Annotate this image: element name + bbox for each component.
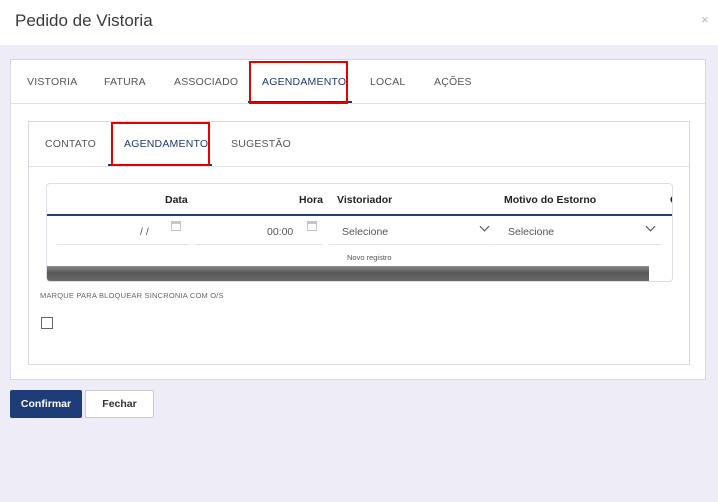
new-record-link[interactable]: Novo registro [347,253,392,262]
clock-icon[interactable] [307,221,317,231]
sub-panel: CONTATO AGENDAMENTO SUGESTÃO Data Hora V… [28,121,690,365]
date-input[interactable]: / / [140,226,149,238]
block-sync-label: MARQUE PARA BLOQUEAR SINCRONIA COM O/S [40,291,224,300]
main-panel: VISTORIA FATURA ASSOCIADO AGENDAMENTO LO… [10,59,706,380]
chevron-down-icon[interactable] [645,221,656,232]
calendar-icon[interactable] [171,221,181,231]
column-header-motivo: Motivo do Estorno [504,194,597,206]
close-icon[interactable]: × [701,12,709,27]
modal-title: Pedido de Vistoria [15,11,153,30]
table-header-divider [47,214,672,216]
date-field-underline [57,244,189,245]
tab-vistoria[interactable]: VISTORIA [27,76,77,88]
vistoriador-field-underline [329,244,495,245]
time-input[interactable]: 00:00 [267,226,293,238]
column-header-c: C [670,194,672,206]
subtab-contato[interactable]: CONTATO [45,138,96,150]
vistoriador-select[interactable]: Selecione [342,226,388,238]
main-tabbar: VISTORIA FATURA ASSOCIADO AGENDAMENTO LO… [11,60,705,104]
chevron-down-icon[interactable] [479,221,490,232]
column-header-hora: Hora [299,194,323,206]
tab-fatura[interactable]: FATURA [104,76,146,88]
time-field-underline [194,244,322,245]
tab-local[interactable]: LOCAL [370,76,405,88]
close-button[interactable]: Fechar [85,390,154,418]
schedule-table: Data Hora Vistoriador Motivo do Estorno … [46,183,673,282]
tab-associado[interactable]: ASSOCIADO [174,76,238,88]
motivo-field-underline [496,244,662,245]
highlight-box-sub-tab [111,122,210,166]
column-header-vistoriador: Vistoriador [337,194,393,206]
subtab-sugestao[interactable]: SUGESTÃO [231,138,291,150]
modal-header: Pedido de Vistoria × [0,0,718,45]
tab-acoes[interactable]: AÇÕES [434,76,472,88]
highlight-box-main-tab [249,61,348,104]
motivo-select[interactable]: Selecione [508,226,554,238]
column-header-data: Data [165,194,188,206]
confirm-button[interactable]: Confirmar [10,390,82,418]
horizontal-scrollbar[interactable] [47,266,649,281]
block-sync-checkbox[interactable] [41,317,53,329]
